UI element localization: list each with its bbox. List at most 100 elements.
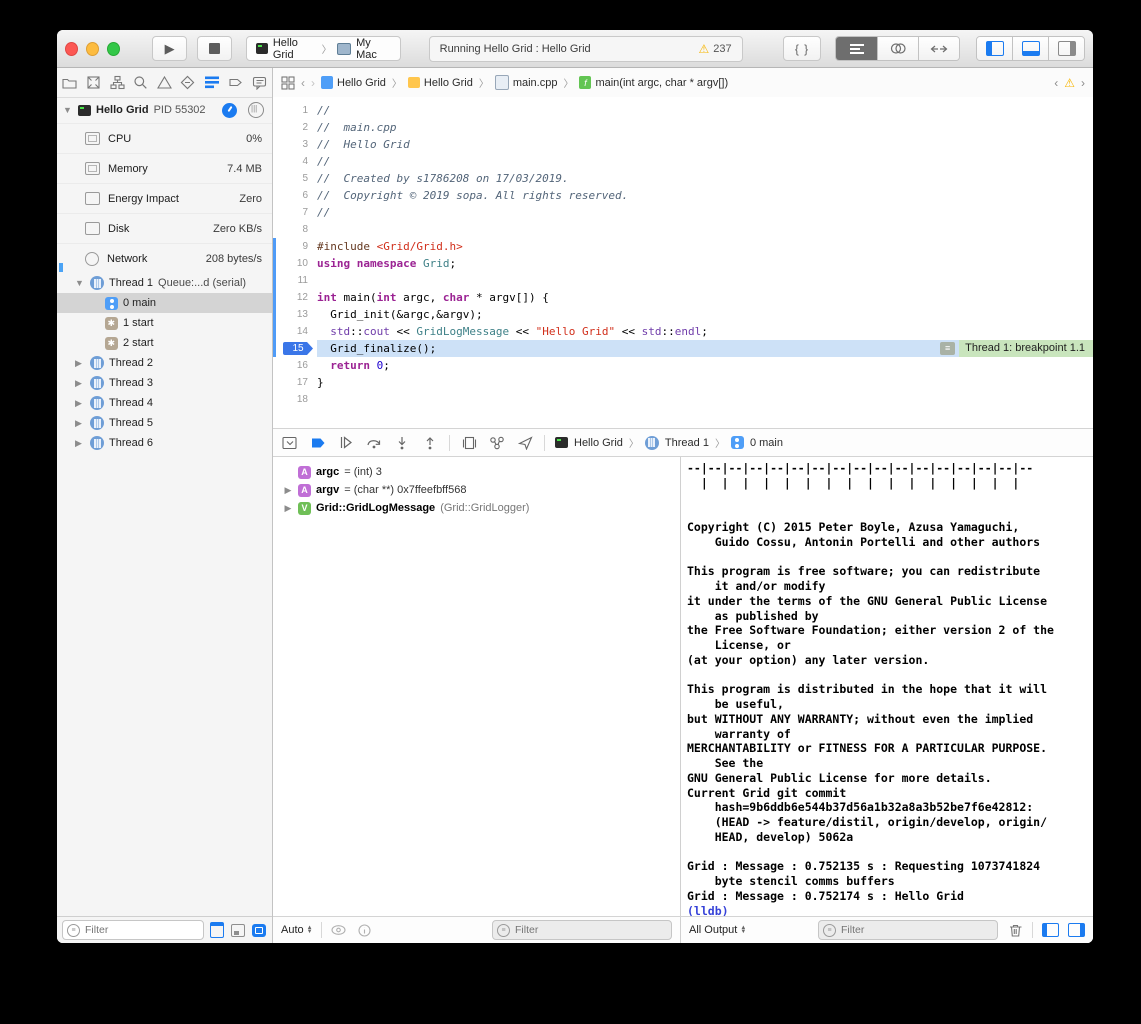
code-line[interactable]: 16 return 0; [273, 357, 1093, 374]
clear-console-button[interactable] [1006, 922, 1024, 938]
debug-crumb-thread[interactable]: Thread 1 [665, 437, 709, 449]
thread-row-thread-6[interactable]: ▶Thread 6 [57, 433, 272, 453]
line-number[interactable]: 15 [273, 340, 317, 357]
code-line[interactable]: 18 [273, 391, 1093, 408]
quick-look-icon[interactable] [330, 922, 348, 938]
line-number[interactable]: 4 [273, 153, 317, 170]
stop-button[interactable] [197, 36, 232, 61]
symbol-navigator-icon[interactable] [109, 75, 125, 91]
navigator-filter-input[interactable] [83, 923, 199, 937]
close-window-button[interactable] [65, 42, 78, 56]
code-line[interactable]: 8 [273, 221, 1093, 238]
code-line[interactable]: 11 [273, 272, 1093, 289]
code-line[interactable]: 3// Hello Grid [273, 136, 1093, 153]
show-paused-only-button[interactable] [208, 923, 225, 938]
breadcrumb-group[interactable]: Hello Grid [408, 77, 473, 89]
source-control-navigator-icon[interactable] [86, 75, 102, 91]
find-navigator-icon[interactable] [133, 75, 149, 91]
show-crashed-only-button[interactable] [229, 923, 246, 938]
code-line[interactable]: 12int main(int argc, char * argv[]) { [273, 289, 1093, 306]
profile-in-instruments-icon[interactable] [222, 103, 237, 118]
code-line[interactable]: 17} [273, 374, 1093, 391]
toggle-navigator-panel-button[interactable] [977, 37, 1013, 60]
code-line[interactable]: 4// [273, 153, 1093, 170]
test-navigator-icon[interactable] [180, 75, 196, 91]
breakpoint-badge[interactable]: 15 [283, 342, 313, 355]
breakpoint-navigator-icon[interactable] [228, 75, 244, 91]
assistant-editor-button[interactable] [878, 37, 919, 60]
line-number[interactable]: 11 [273, 272, 317, 289]
breadcrumb-file[interactable]: main.cpp [495, 75, 558, 90]
project-navigator-icon[interactable] [62, 75, 78, 91]
thread-row-thread-5[interactable]: ▶Thread 5 [57, 413, 272, 433]
toggle-console-button[interactable] [1067, 922, 1085, 938]
thread-row-thread-3[interactable]: ▶Thread 3 [57, 373, 272, 393]
navigator-filter-field[interactable]: ≡ [62, 920, 204, 940]
console-filter-input[interactable] [839, 923, 993, 937]
thread-disclosure-triangle[interactable]: ▶ [75, 398, 85, 409]
line-number[interactable]: 16 [273, 357, 317, 374]
breakpoints-toggle-button[interactable] [309, 435, 327, 451]
thread-1-disclosure-triangle[interactable]: ▼ [75, 278, 85, 288]
code-line[interactable]: 14 std::cout << GridLogMessage << "Hello… [273, 323, 1093, 340]
thread-row-thread-4[interactable]: ▶Thread 4 [57, 393, 272, 413]
go-back-button[interactable]: ‹ [301, 76, 305, 90]
code-line[interactable]: 9#include <Grid/Grid.h> [273, 238, 1093, 255]
step-into-button[interactable] [393, 435, 411, 451]
previous-issue-button[interactable]: ‹ [1054, 76, 1058, 90]
minimize-window-button[interactable] [86, 42, 99, 56]
line-number[interactable]: 18 [273, 391, 317, 408]
variable-row[interactable]: Aargc= (int) 3 [273, 463, 680, 481]
memory-graph-button[interactable] [488, 435, 506, 451]
report-navigator-icon[interactable] [251, 75, 267, 91]
go-forward-button[interactable]: › [311, 76, 315, 90]
code-line[interactable]: 1// [273, 102, 1093, 119]
simulate-location-button[interactable] [516, 435, 534, 451]
line-number[interactable]: 6 [273, 187, 317, 204]
code-line[interactable]: 10using namespace Grid; [273, 255, 1093, 272]
line-number[interactable]: 10 [273, 255, 317, 272]
line-number[interactable]: 9 [273, 238, 317, 255]
debug-crumb-process[interactable]: Hello Grid [574, 437, 623, 449]
line-number[interactable]: 7 [273, 204, 317, 221]
line-number[interactable]: 5 [273, 170, 317, 187]
gauge-row-network[interactable]: Network208 bytes/s [57, 243, 272, 273]
print-description-icon[interactable] [356, 922, 374, 938]
source-editor[interactable]: 1//2// main.cpp3// Hello Grid4//5// Crea… [273, 97, 1093, 433]
gauge-row-disk[interactable]: DiskZero KB/s [57, 213, 272, 243]
line-number[interactable]: 3 [273, 136, 317, 153]
variable-row[interactable]: ▶VGrid::GridLogMessage(Grid::GridLogger) [273, 499, 680, 517]
issue-warning-icon[interactable]: ⚠ [1064, 76, 1075, 90]
step-out-button[interactable] [421, 435, 439, 451]
run-button[interactable]: ▶ [152, 36, 187, 61]
variables-filter-input[interactable] [513, 923, 667, 937]
variable-disclosure-triangle[interactable]: ▶ [283, 503, 293, 514]
variable-disclosure-triangle[interactable]: ▶ [283, 485, 293, 496]
gauge-row-memory[interactable]: Memory7.4 MB [57, 153, 272, 183]
thread-1-row[interactable]: ▼ Thread 1 Queue:...d (serial) [57, 273, 272, 293]
next-issue-button[interactable]: › [1081, 76, 1085, 90]
show-stack-frames-button[interactable] [250, 923, 267, 938]
continue-button[interactable] [337, 435, 355, 451]
line-number[interactable]: 8 [273, 221, 317, 238]
code-line[interactable]: 2// main.cpp [273, 119, 1093, 136]
version-editor-button[interactable] [919, 37, 959, 60]
stack-frame-row[interactable]: 0 main [57, 293, 272, 313]
thread-disclosure-triangle[interactable]: ▶ [75, 418, 85, 429]
activity-viewer[interactable]: Running Hello Grid : Hello Grid ⚠ 237 [429, 36, 743, 62]
stack-frame-row[interactable]: 1 start [57, 313, 272, 333]
gauge-row-energy-impact[interactable]: Energy ImpactZero [57, 183, 272, 213]
thread-disclosure-triangle[interactable]: ▶ [75, 378, 85, 389]
thread-row-thread-2[interactable]: ▶Thread 2 [57, 353, 272, 373]
console-filter-field[interactable]: ≡ [818, 920, 998, 940]
code-line[interactable]: 6// Copyright © 2019 sopa. All rights re… [273, 187, 1093, 204]
toggle-variables-view-button[interactable] [1041, 922, 1059, 938]
step-over-button[interactable] [365, 435, 383, 451]
thread-disclosure-triangle[interactable]: ▶ [75, 438, 85, 449]
line-number[interactable]: 13 [273, 306, 317, 323]
variables-view[interactable]: Aargc= (int) 3▶Aargv= (char **) 0x7ffeef… [273, 457, 680, 916]
related-items-icon[interactable] [281, 76, 295, 90]
toggle-inspector-panel-button[interactable] [1049, 37, 1084, 60]
line-number[interactable]: 14 [273, 323, 317, 340]
scheme-selector[interactable]: Hello Grid 〉 My Mac [246, 36, 400, 61]
